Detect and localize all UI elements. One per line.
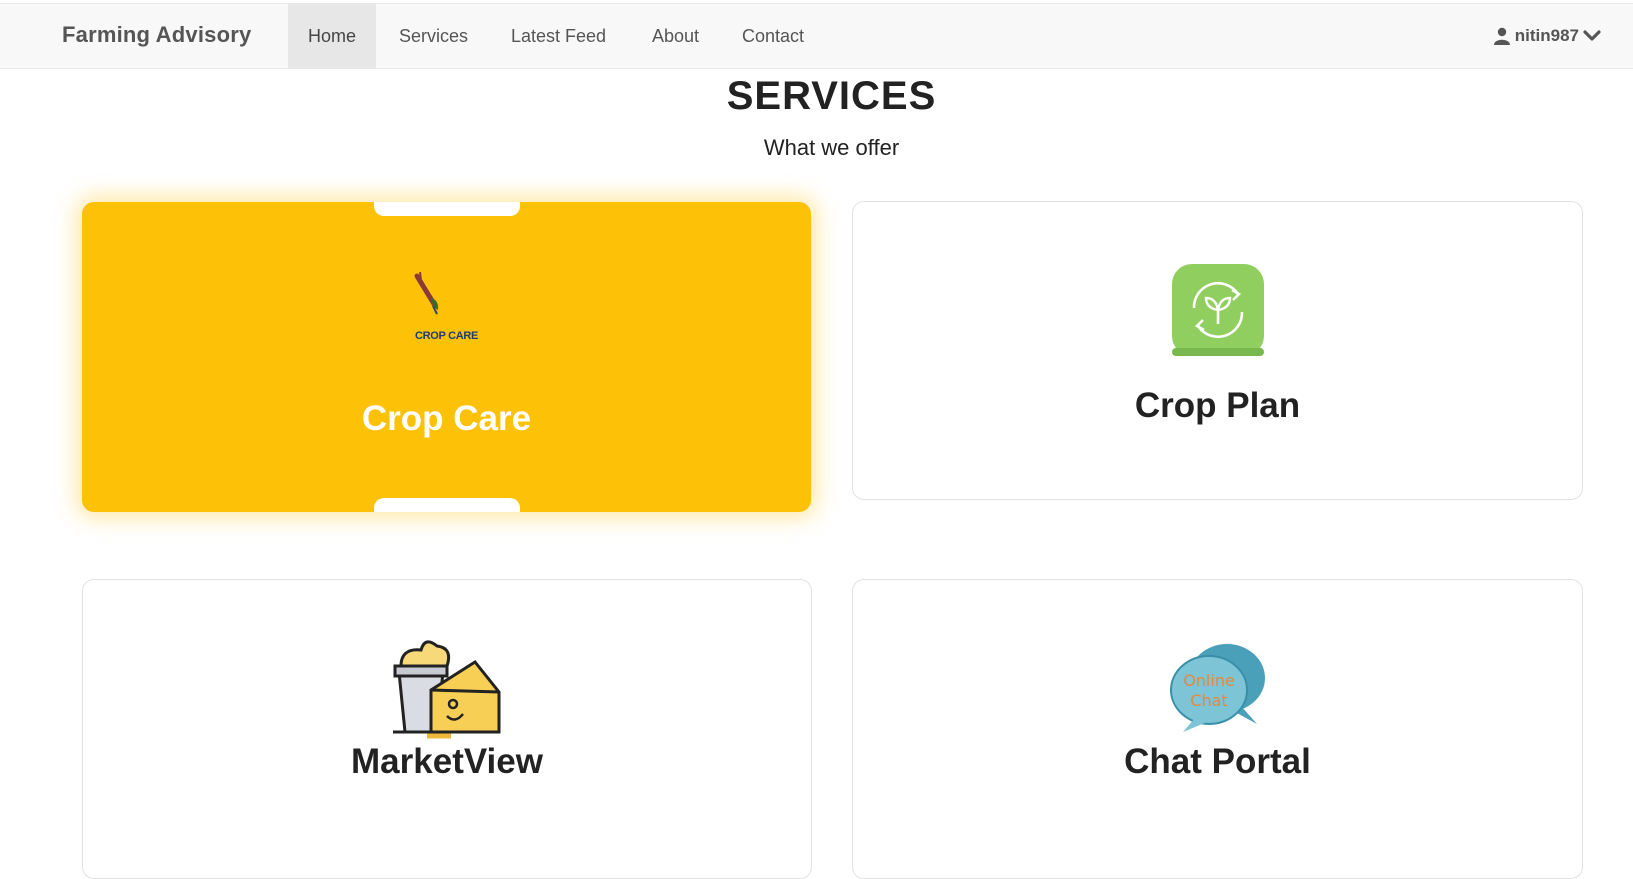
service-title: MarketView: [351, 742, 543, 781]
section-title: SERVICES: [726, 74, 937, 118]
navbar: Farming Advisory Home Services Latest Fe…: [0, 3, 1633, 69]
market-food-icon: [391, 632, 505, 742]
nav-home[interactable]: Home: [288, 4, 377, 68]
online-chat-icon: Online Chat: [1165, 640, 1269, 736]
card-top-notch: [373, 202, 520, 216]
nav-latest-feed[interactable]: Latest Feed: [491, 4, 626, 68]
service-card-marketview[interactable]: MarketView: [82, 579, 812, 879]
card-bottom-notch: [373, 498, 520, 512]
nav-services[interactable]: Services: [379, 4, 488, 68]
user-icon: [1493, 27, 1511, 45]
brand-logo[interactable]: Farming Advisory: [62, 22, 251, 48]
svg-text:Online: Online: [1183, 671, 1235, 690]
service-title: Crop Plan: [1134, 386, 1301, 425]
service-card-crop-plan[interactable]: Crop Plan: [852, 201, 1583, 500]
service-card-crop-care[interactable]: CROP CARE Crop Care: [82, 202, 811, 512]
service-card-chat-portal[interactable]: Online Chat Chat Portal: [852, 579, 1583, 879]
section-subtitle: What we offer: [763, 135, 900, 160]
service-title: Chat Portal: [1124, 742, 1311, 781]
nav-about[interactable]: About: [632, 4, 719, 68]
service-title: Crop Care: [361, 399, 532, 438]
nav-contact[interactable]: Contact: [722, 4, 824, 68]
chevron-down-icon: [1583, 29, 1601, 43]
crop-care-logo-text: CROP CARE: [414, 330, 479, 342]
user-name: nitin987: [1514, 26, 1579, 45]
plant-cycle-icon: [1170, 262, 1266, 358]
svg-text:Chat: Chat: [1190, 691, 1227, 710]
user-menu[interactable]: nitin987: [1493, 4, 1601, 68]
